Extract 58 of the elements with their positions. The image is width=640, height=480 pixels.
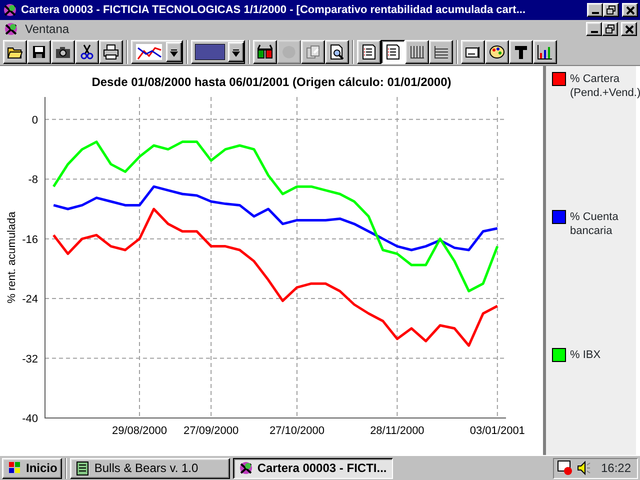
app-logo-icon [2, 2, 18, 18]
copy-icon [305, 44, 321, 60]
x-tick-label: 27/10/2000 [269, 425, 324, 437]
spreadsheet-icon [75, 460, 92, 476]
taskbar-button[interactable]: Cartera 00003 - FICTI... [233, 458, 394, 478]
close-button[interactable] [622, 3, 638, 17]
legend-label: % Cartera (Pend.+Vend.) [570, 72, 640, 100]
document-list-icon [361, 44, 377, 60]
minimize-icon [590, 31, 598, 33]
legend-label: % IBX [570, 348, 601, 362]
restore-button[interactable] [603, 3, 619, 17]
y-tick-label: -24 [22, 294, 38, 306]
windows-flag-icon [7, 460, 23, 476]
x-tick-label: 28/11/2000 [370, 425, 424, 437]
minimize-icon [592, 12, 598, 14]
app-logo-icon [238, 460, 254, 476]
palette-icon [489, 44, 505, 60]
taskbar-button[interactable]: Bulls & Bears v. 1.0 [70, 458, 230, 478]
glasses-icon [257, 44, 273, 60]
magnifier-page-icon [329, 44, 345, 60]
close-button[interactable] [621, 22, 637, 36]
menu-item[interactable]: Ventana [22, 20, 72, 38]
x-tick-label: 27/09/2000 [184, 425, 239, 437]
y-tick-label: -32 [22, 353, 38, 366]
column-grid-icon [409, 44, 425, 60]
row-grid-icon [433, 44, 449, 60]
restore-button[interactable] [602, 22, 618, 36]
legend-label: % Cuenta bancaria [570, 210, 620, 238]
y-tick-label: -40 [22, 413, 38, 425]
clock: 16:22 [600, 460, 631, 477]
chart-title: Desde 01/08/2000 hasta 06/01/2001 (Origen cálculo: 01/01/2000) [92, 75, 452, 89]
minimize-button[interactable] [587, 3, 603, 17]
dropdown-arrow-icon [231, 46, 241, 56]
color-dropdown[interactable] [191, 40, 245, 64]
y-axis-label: % rent. acumulada [6, 212, 18, 304]
x-tick-label: 03/01/2001 [470, 425, 525, 437]
speaker-icon [576, 460, 592, 476]
y-tick-label: -16 [22, 234, 38, 246]
color-swatch [195, 44, 225, 60]
x-tick-label: 29/08/2000 [112, 425, 168, 437]
restore-icon [604, 4, 618, 16]
restore-icon [603, 23, 617, 35]
document-list-icon [385, 44, 401, 60]
minimize-button[interactable] [586, 22, 602, 36]
printer-icon [103, 44, 119, 60]
dropdown-arrow-icon [169, 46, 179, 56]
window-title: Cartera 00003 - FICTICIA TECNOLOGICAS 1/1/2000 - [Comparativo rentabilidad acumulada cart... [21, 2, 527, 18]
toolbar-button[interactable] [381, 40, 405, 64]
app-logo-icon [3, 21, 19, 37]
scissors-icon [79, 44, 95, 60]
y-tick-label: 0 [32, 114, 38, 126]
start-button[interactable]: Inicio [2, 458, 62, 478]
blob-icon [281, 44, 297, 60]
line-chart-icon [135, 42, 163, 60]
scheduler-icon [556, 460, 573, 476]
bar-chart-icon [537, 44, 553, 60]
y-tick-label: -8 [28, 174, 38, 186]
chart-type-dropdown[interactable] [131, 40, 183, 64]
